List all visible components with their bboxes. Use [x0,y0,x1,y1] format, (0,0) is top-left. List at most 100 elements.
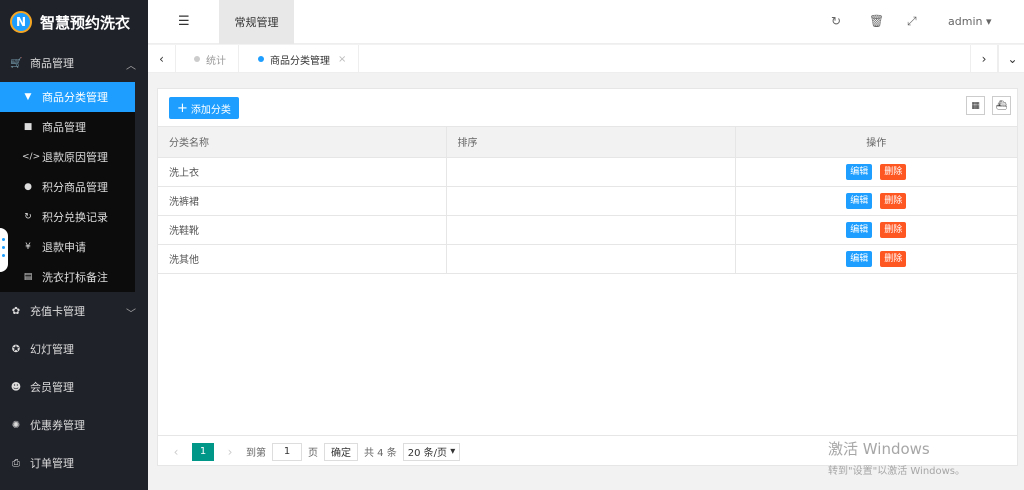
sidebar-group-recharge[interactable]: ✿ 充值卡管理 ﹀ [0,292,148,330]
sidebar-group-slides[interactable]: ✪ 幻灯管理 [0,330,148,368]
coin-icon: ● [24,182,32,192]
column-header-name[interactable]: 分类名称 [158,127,447,158]
delete-button[interactable]: 删除 [880,250,907,267]
top-header: ☰ 常规管理 ↻ 🗑 ⤢ admin ▾ [148,0,1024,44]
edit-button[interactable]: 编辑 [846,163,873,180]
page-size-select[interactable]: 20 条/页 ▾ [402,442,461,461]
cell-name: 洗裤裙 [158,186,447,216]
sidebar-item-refund-apply[interactable]: ¥ 退款申请 [0,232,135,262]
watermark-line2: 转到"设置"以激活 Windows。 [828,466,966,477]
sidebar-group-orders[interactable]: ⎙ 订单管理 [0,444,148,482]
edit-button[interactable]: 编辑 [846,192,873,209]
sidebar-group-label: 优惠券管理 [30,419,85,432]
cell-actions: 编辑 删除 [735,244,1017,274]
goto-label: 到第 [246,448,266,459]
tab-dot [258,56,264,62]
briefcase-icon: ■ [23,122,33,132]
next-page-icon[interactable]: › [220,445,240,459]
sidebar-item-label: 商品分类管理 [42,91,108,104]
tab-category[interactable]: 商品分类管理 × [246,45,360,73]
cell-name: 洗上衣 [158,157,447,187]
columns-filter-icon[interactable]: ▦ [966,96,985,115]
total-count: 共 4 条 [364,448,397,459]
caret-down-icon: ▾ [450,446,456,457]
cell-name: 洗其他 [158,244,447,274]
cell-sort [446,244,736,274]
side-float-handle[interactable] [0,228,8,272]
user-menu[interactable]: admin ▾ [948,15,992,28]
tab-label: 商品分类管理 [270,55,330,67]
delete-button[interactable]: 删除 [880,163,907,180]
add-category-button[interactable]: + 添加分类 [169,97,239,119]
printer-icon: ⎙ [12,457,20,469]
tab-dot [194,56,200,62]
current-page[interactable]: 1 [192,442,214,461]
content-panel: + 添加分类 ▦ ⛴ 分类名称 排序 操作 洗上衣 编辑 删除 洗裤裙 编辑 删… [157,88,1018,466]
edit-button[interactable]: 编辑 [846,250,873,267]
plus-icon: + [177,100,188,116]
tab-close-icon[interactable]: × [338,54,346,65]
trash-icon[interactable]: 🗑 [869,14,884,28]
header-menu-tab[interactable]: 常规管理 [219,0,294,44]
gift-icon: ✿ [11,305,21,317]
cart-icon: 🛒 [10,57,23,69]
sidebar-item-label: 积分商品管理 [42,181,108,194]
sidebar-item-refund-reason[interactable]: </> 退款原因管理 [0,142,135,172]
sidebar-group-label: 充值卡管理 [30,305,85,318]
sidebar: N 智慧预约洗衣 🛒 商品管理 ︿ ▼ 商品分类管理 ■ 商品管理 </> 退款… [0,0,148,490]
fullscreen-icon[interactable]: ⤢ [907,14,917,29]
column-header-actions: 操作 [735,127,1017,158]
logo[interactable]: N 智慧预约洗衣 [0,0,148,44]
column-header-sort[interactable]: 排序 [446,127,736,158]
app-title: 智慧预约洗衣 [40,13,131,32]
watermark-line1: 激活 Windows [828,440,930,458]
tabs-prev-button[interactable]: ‹ [148,45,176,73]
category-table: 分类名称 排序 操作 洗上衣 编辑 删除 洗裤裙 编辑 删除 洗鞋靴 编辑 删除… [158,127,1017,274]
chevron-down-icon: ﹀ [126,309,136,320]
refresh-icon[interactable]: ↻ [831,14,841,28]
code-icon: </> [22,152,41,162]
handle-dot [2,254,5,257]
table-row[interactable]: 洗裤裙 编辑 删除 [158,186,1017,216]
goto-confirm-button[interactable]: 确定 [324,442,358,461]
sidebar-item-label: 退款原因管理 [42,151,108,164]
cell-actions: 编辑 删除 [735,186,1017,216]
delete-button[interactable]: 删除 [880,192,907,209]
sidebar-item-label: 积分兑换记录 [42,211,108,224]
tabs-dropdown-button[interactable]: ⌄ [998,45,1024,73]
export-icon[interactable]: ⛴ [992,96,1011,115]
sidebar-item-laundry-notes[interactable]: ▤ 洗衣打标备注 [0,262,135,292]
rebel-icon: ✺ [11,419,21,431]
table-row[interactable]: 洗上衣 编辑 删除 [158,157,1017,187]
sidebar-group-label: 商品管理 [30,57,74,70]
table-row[interactable]: 洗其他 编辑 删除 [158,244,1017,274]
table-toolbar: + 添加分类 ▦ ⛴ [158,89,1017,127]
menu-toggle-icon[interactable]: ☰ [178,14,190,29]
sidebar-item-label: 商品管理 [42,121,86,134]
goto-page-input[interactable]: 1 [272,442,302,461]
sidebar-group-products[interactable]: 🛒 商品管理 ︿ [0,44,148,82]
prev-page-icon[interactable]: ‹ [166,445,186,459]
chevron-up-icon: ︿ [126,61,136,72]
table-row[interactable]: 洗鞋靴 编辑 删除 [158,215,1017,245]
cell-actions: 编辑 删除 [735,215,1017,245]
cell-sort [446,186,736,216]
sidebar-item-points-exchange[interactable]: ↻ 积分兑换记录 [0,202,135,232]
filter-icon: ▼ [24,92,32,102]
handle-dot [2,238,5,241]
sidebar-submenu: ▼ 商品分类管理 ■ 商品管理 </> 退款原因管理 ● 积分商品管理 ↻ 积分… [0,82,135,292]
page-unit-label: 页 [308,448,318,459]
edit-button[interactable]: 编辑 [846,221,873,238]
tab-stats[interactable]: 统计 [182,45,239,73]
sidebar-item-goods[interactable]: ■ 商品管理 [0,112,135,142]
page-tabs-bar: ‹ 统计 商品分类管理 × › ⌄ [148,45,1024,73]
windows-activation-watermark: 激活 Windows 转到"设置"以激活 Windows。 [828,438,965,477]
sidebar-item-points-goods[interactable]: ● 积分商品管理 [0,172,135,202]
sidebar-group-coupons[interactable]: ✺ 优惠券管理 [0,406,148,444]
sidebar-item-category[interactable]: ▼ 商品分类管理 [0,82,135,112]
tabs-next-button[interactable]: › [970,45,998,73]
sidebar-item-label: 退款申请 [42,241,86,254]
document-icon: ▤ [23,272,33,282]
sidebar-group-members[interactable]: ☻ 会员管理 [0,368,148,406]
delete-button[interactable]: 删除 [880,221,907,238]
